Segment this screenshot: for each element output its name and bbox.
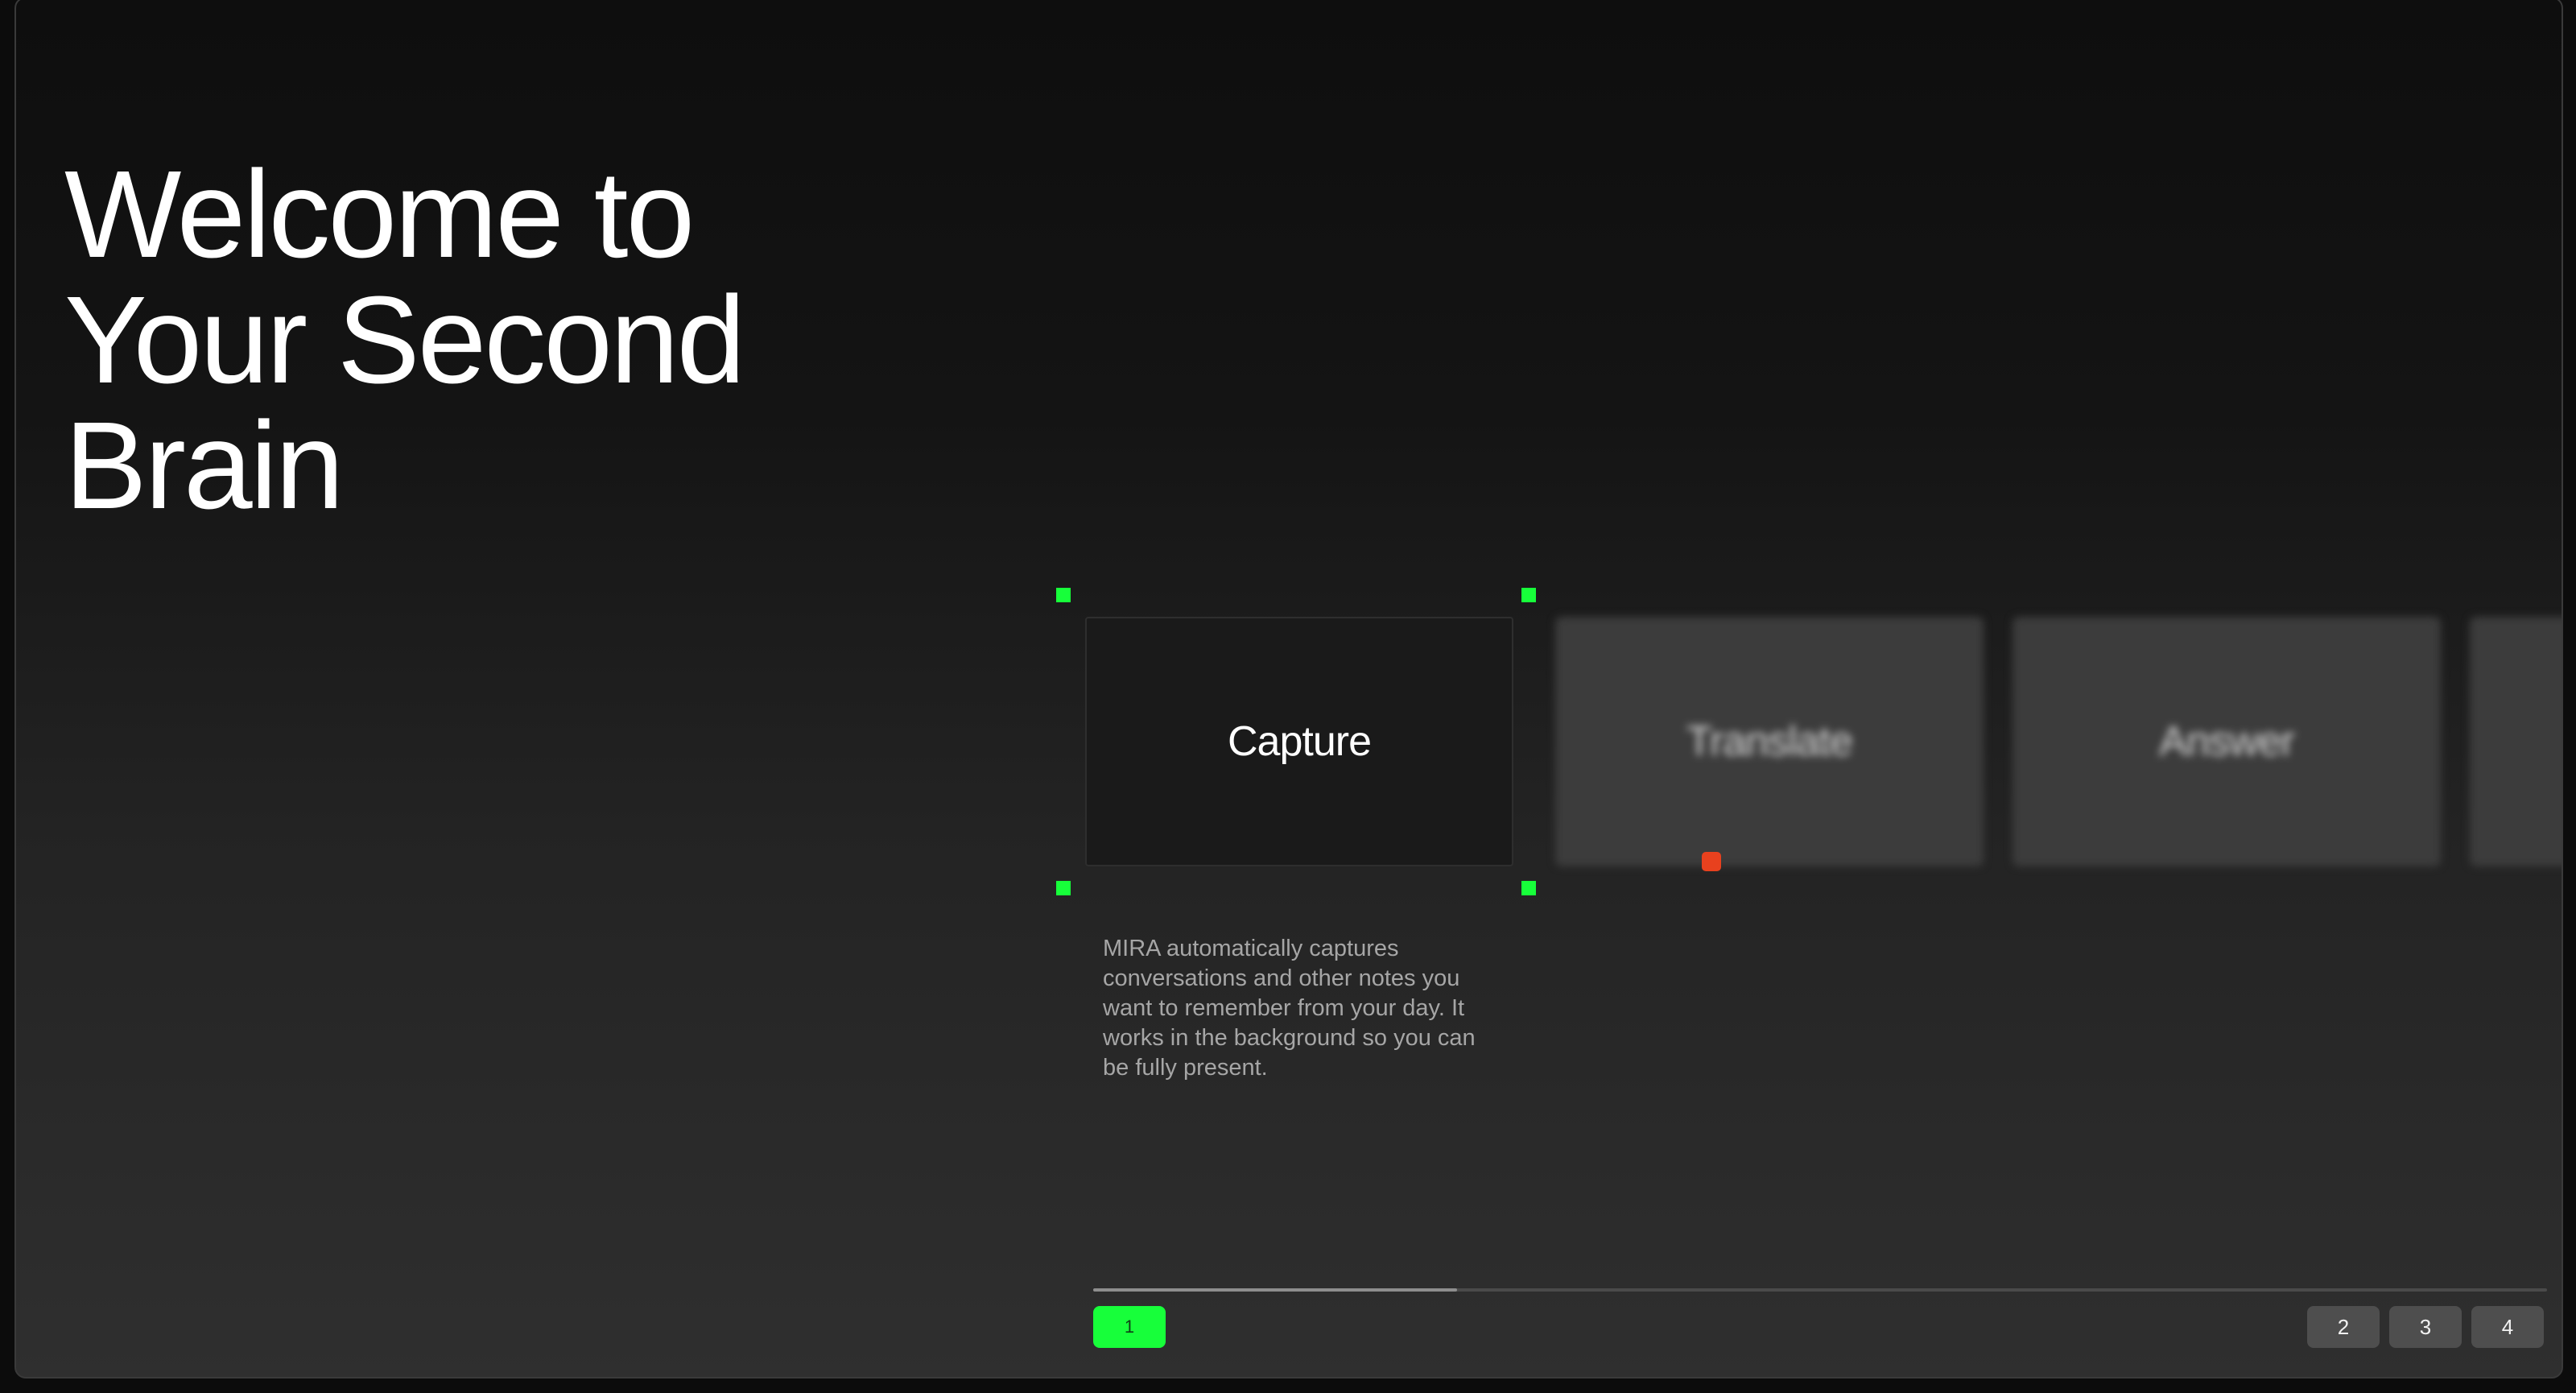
cursor-indicator (1702, 852, 1721, 871)
page-button-4[interactable]: 4 (2471, 1306, 2544, 1348)
selection-handle-bottom-left (1056, 881, 1071, 895)
feature-card-answer[interactable]: Answer (2013, 617, 2441, 866)
page-button-2[interactable]: 2 (2307, 1306, 2380, 1348)
app-window: Welcome to Your Second Brain Capture Tra… (14, 0, 2563, 1379)
feature-card-label: Translate (1686, 718, 1853, 765)
page-button-1[interactable]: 1 (1093, 1306, 1166, 1348)
selection-handle-bottom-right (1521, 881, 1536, 895)
feature-description: MIRA automatically captures conversation… (1103, 936, 1476, 1081)
feature-card-translate[interactable]: Translate (1555, 617, 1984, 866)
feature-card-capture[interactable]: Capture (1085, 617, 1513, 866)
title-line-3: Brain (64, 396, 345, 535)
feature-card-next[interactable] (2470, 617, 2562, 866)
page-title: Welcome to Your Second Brain (64, 145, 745, 535)
selection-handle-top-left (1056, 588, 1071, 602)
feature-card-label: Answer (2159, 718, 2294, 765)
feature-card-label: Capture (1228, 718, 1372, 765)
title-line-2: Your Second (64, 271, 745, 409)
carousel-progress-fill (1093, 1288, 1457, 1292)
title-line-1: Welcome to (64, 145, 695, 283)
carousel-progress-track (1093, 1288, 2547, 1292)
selection-handle-top-right (1521, 588, 1536, 602)
page-button-3[interactable]: 3 (2389, 1306, 2462, 1348)
